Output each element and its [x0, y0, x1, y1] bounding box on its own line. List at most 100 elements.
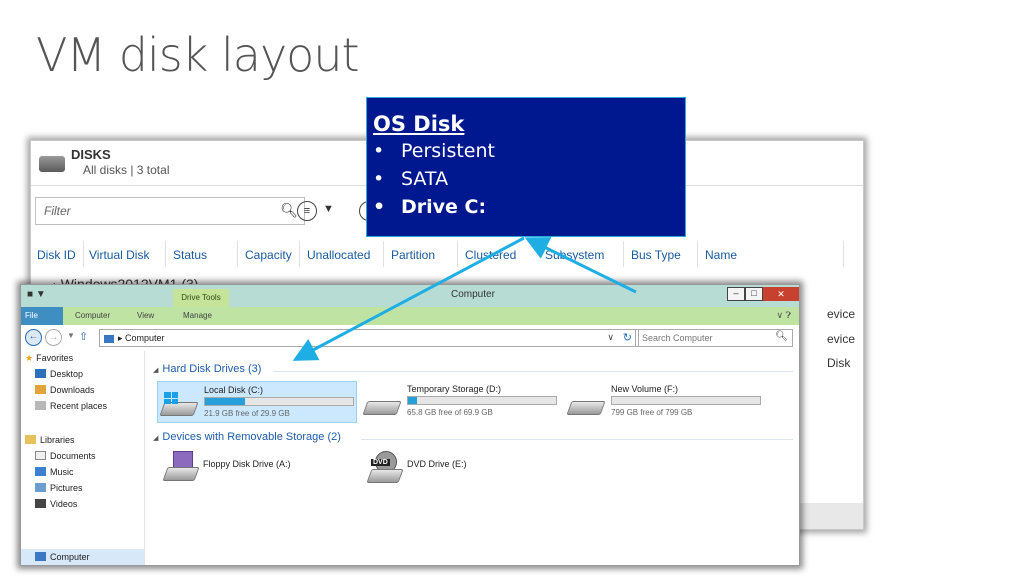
- usage-bar: [204, 397, 354, 406]
- nav-item-libraries[interactable]: Libraries: [25, 435, 75, 445]
- chevron-down-icon[interactable]: ∨: [607, 332, 614, 343]
- nav-label: Documents: [50, 451, 96, 461]
- search-icon[interactable]: 🔍︎: [280, 202, 298, 219]
- column-header-partition[interactable]: Partition: [391, 248, 435, 262]
- quick-access-toolbar[interactable]: ■ ▼: [27, 289, 46, 300]
- nav-label: Downloads: [50, 385, 95, 395]
- recent-places-icon: [35, 401, 46, 410]
- table-cell: evice: [827, 332, 856, 346]
- window-controls: – □ ✕: [727, 287, 799, 303]
- address-arrow-icon: ▸: [118, 333, 126, 343]
- close-icon[interactable]: ✕: [763, 287, 799, 301]
- nav-item-computer[interactable]: Computer: [35, 552, 90, 562]
- nav-item-documents[interactable]: Documents: [35, 451, 96, 461]
- column-separator: [623, 241, 624, 267]
- refresh-icon[interactable]: ↻: [623, 331, 632, 344]
- device-dvd[interactable]: DVD DVD Drive (E:): [361, 449, 561, 491]
- search-icon[interactable]: 🔍︎: [775, 331, 788, 342]
- nav-item-music[interactable]: Music: [35, 467, 74, 477]
- address-text: Computer: [125, 333, 165, 343]
- documents-icon: [35, 451, 46, 460]
- drive-c[interactable]: Local Disk (C:) 21.9 GB free of 29.9 GB: [157, 381, 357, 423]
- explorer-window: ■ ▼ Drive Tools Computer – □ ✕ File Comp…: [20, 284, 800, 566]
- nav-item-downloads[interactable]: Downloads: [35, 385, 95, 395]
- column-separator: [83, 241, 84, 267]
- callout-item: • Drive C:: [373, 196, 487, 218]
- drive-f[interactable]: New Volume (F:) 799 GB free of 799 GB: [565, 381, 765, 423]
- nav-item-videos[interactable]: Videos: [35, 499, 77, 509]
- usage-fill: [408, 397, 417, 404]
- help-icon[interactable]: ∨ ❓︎: [777, 310, 792, 321]
- tab-file[interactable]: File: [21, 307, 63, 325]
- downloads-icon: [35, 385, 46, 394]
- column-header-unallocated[interactable]: Unallocated: [307, 248, 370, 262]
- nav-label: Computer: [50, 552, 90, 562]
- callout-title: OS Disk: [373, 112, 465, 136]
- nav-item-favorites[interactable]: ★ Favorites: [25, 353, 73, 364]
- forward-icon[interactable]: →: [45, 329, 62, 346]
- pictures-icon: [35, 483, 46, 492]
- disks-subheading: All disks | 3 total: [83, 163, 170, 177]
- slide-title: VM disk layout: [36, 28, 360, 82]
- column-header-virtual-disk[interactable]: Virtual Disk: [89, 248, 149, 262]
- column-header-subsystem[interactable]: Subsystem: [545, 248, 604, 262]
- column-header-clustered[interactable]: Clustered: [465, 248, 516, 262]
- group-label: Devices with Removable Storage (2): [162, 431, 341, 443]
- free-space: 65.8 GB free of 69.9 GB: [407, 408, 493, 417]
- search-input[interactable]: Search Computer 🔍︎: [635, 329, 793, 347]
- os-disk-callout: OS Disk • Persistent • SATA • Drive C:: [366, 97, 686, 237]
- address-bar[interactable]: ▸ Computer ∨ ↻: [99, 329, 639, 347]
- column-separator: [165, 241, 166, 267]
- windows-logo-icon: [164, 392, 178, 404]
- nav-label: Videos: [50, 499, 78, 509]
- computer-icon: [35, 552, 46, 561]
- drive-name: Temporary Storage (D:): [407, 384, 502, 394]
- back-icon[interactable]: ←: [25, 329, 42, 346]
- recent-locations-icon[interactable]: ▼: [67, 331, 75, 340]
- column-header-bus-type[interactable]: Bus Type: [631, 248, 681, 262]
- collapse-icon[interactable]: ◢: [153, 435, 158, 442]
- collapse-icon[interactable]: ◢: [153, 367, 158, 374]
- nav-item-pictures[interactable]: Pictures: [35, 483, 83, 493]
- column-header-name[interactable]: Name: [705, 248, 737, 262]
- drive-tools-context-tab[interactable]: Drive Tools: [173, 289, 229, 307]
- music-icon: [35, 467, 46, 476]
- minimize-icon[interactable]: –: [727, 287, 745, 301]
- free-space: 21.9 GB free of 29.9 GB: [204, 409, 290, 418]
- nav-label: Music: [50, 467, 74, 477]
- navigation-bar: ← → ▼ ⇧ ▸ Computer ∨ ↻ Search Computer 🔍…: [21, 327, 799, 349]
- up-icon[interactable]: ⇧: [79, 330, 88, 343]
- nav-label: Favorites: [36, 353, 74, 363]
- drive-d[interactable]: Temporary Storage (D:) 65.8 GB free of 6…: [361, 381, 561, 423]
- group-header-hard-disk-drives[interactable]: ◢ Hard Disk Drives (3): [153, 363, 261, 375]
- ribbon: File Computer View Manage ∨ ❓︎: [21, 307, 799, 325]
- column-header-status[interactable]: Status: [173, 248, 207, 262]
- nav-label: Desktop: [50, 369, 84, 379]
- group-header-removable-storage[interactable]: ◢ Devices with Removable Storage (2): [153, 431, 341, 443]
- tab-manage[interactable]: Manage: [183, 311, 212, 320]
- drive-name: Local Disk (C:): [204, 385, 264, 395]
- libraries-icon: [25, 435, 36, 444]
- list-view-icon[interactable]: ≡: [297, 201, 317, 221]
- navigation-pane: ★ Favorites Desktop Downloads Recent plac…: [21, 351, 145, 565]
- window-title: Computer: [451, 289, 495, 300]
- desktop-icon: [35, 369, 46, 378]
- device-floppy[interactable]: Floppy Disk Drive (A:): [157, 449, 357, 491]
- hard-drive-icon: [159, 392, 199, 418]
- tab-view[interactable]: View: [137, 311, 154, 320]
- column-separator: [299, 241, 300, 267]
- device-name: DVD Drive (E:): [407, 459, 467, 469]
- hard-drive-icon: [362, 395, 402, 417]
- column-header-disk-id[interactable]: Disk ID: [37, 248, 76, 262]
- title-bar[interactable]: ■ ▼ Drive Tools Computer – □ ✕: [21, 285, 799, 307]
- nav-item-recent-places[interactable]: Recent places: [35, 401, 107, 411]
- maximize-icon[interactable]: □: [745, 287, 763, 301]
- chevron-down-icon[interactable]: ▼: [323, 203, 334, 215]
- nav-item-desktop[interactable]: Desktop: [35, 369, 83, 379]
- drive-name: New Volume (F:): [611, 384, 679, 394]
- hard-drive-icon: [566, 395, 606, 417]
- filter-input[interactable]: Filter 🔍︎: [35, 197, 305, 225]
- column-header-capacity[interactable]: Capacity: [245, 248, 292, 262]
- tab-computer[interactable]: Computer: [75, 311, 110, 320]
- usage-bar: [611, 396, 761, 405]
